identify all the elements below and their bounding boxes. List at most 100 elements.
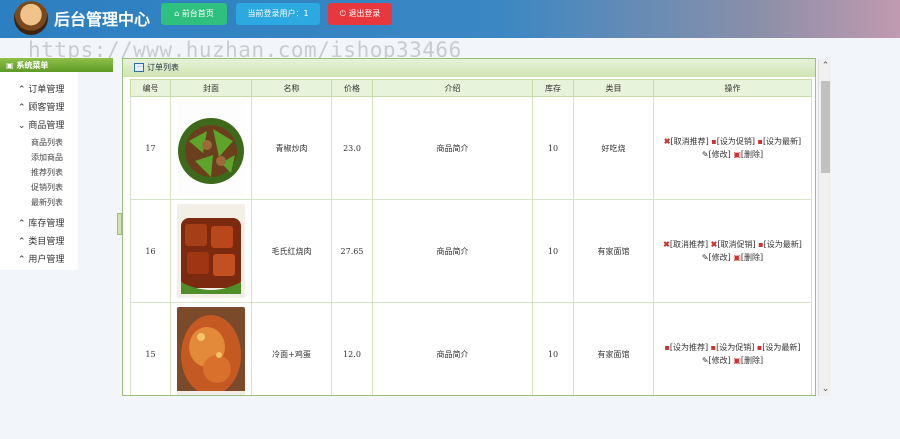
sidebar-item-label: 用户管理: [28, 255, 65, 265]
scrollbar-thumb[interactable]: [821, 81, 830, 173]
cell-name: 冷面+鸡蛋: [251, 302, 332, 395]
cell-id: 15: [130, 302, 171, 395]
scroll-up-icon[interactable]: ⌃: [819, 59, 832, 73]
panel-title: 订单列表: [147, 63, 179, 72]
logout-button-label: 退出登录: [348, 9, 381, 18]
sidebar-item-users[interactable]: ⌃ 用户管理: [18, 252, 64, 265]
set-newest-link[interactable]: [设为最新]: [764, 240, 802, 249]
current-user-label: 当前登录用户：1: [247, 9, 309, 18]
sidebar-sub-add-product[interactable]: 添加商品: [31, 152, 63, 163]
cell-cover: [170, 199, 252, 303]
sidebar-item-categories[interactable]: ⌃ 类目管理: [18, 234, 64, 247]
col-header-actions: 操作: [653, 79, 812, 97]
cell-category: 好吃烧: [573, 96, 654, 200]
set-newest-link[interactable]: [设为最新]: [762, 343, 800, 352]
sidebar-item-stock[interactable]: ⌃ 库存管理: [18, 216, 64, 229]
delete-link[interactable]: [删除]: [741, 356, 763, 365]
col-header-category: 类目: [573, 79, 654, 97]
sidebar-item-orders[interactable]: ⌃ 订单管理: [18, 82, 64, 95]
avatar: [14, 1, 48, 35]
cell-cover: [170, 96, 252, 200]
cell-stock: 10: [532, 199, 574, 303]
sidebar-item-customers[interactable]: ⌃ 顾客管理: [18, 100, 64, 113]
sidebar-item-label: 类目管理: [28, 237, 65, 247]
home-button-label: 前台首页: [181, 9, 214, 18]
pencil-icon: ✎: [701, 150, 709, 159]
sidebar-sub-promo-list[interactable]: 促销列表: [31, 182, 63, 193]
delete-icon: ▣: [733, 252, 741, 262]
grid-icon: [134, 63, 144, 72]
col-header-intro: 介绍: [372, 79, 533, 97]
product-name-link[interactable]: 毛氏红烧肉: [272, 247, 312, 256]
top-header: 后台管理中心 ⌂ 前台首页 当前登录用户：1 ⏻ 退出登录: [0, 0, 900, 38]
sidebar-title: ▣ 系统菜单: [0, 58, 113, 72]
close-icon: ✖: [663, 136, 671, 146]
sidebar-sub-recommend-list[interactable]: 推荐列表: [31, 167, 63, 178]
cell-actions: ▪[设为推荐] ▪[设为促销] ▪[设为最新] ✎[修改] ▣[删除]: [653, 302, 812, 395]
set-recommend-link[interactable]: [设为推荐]: [670, 343, 708, 352]
sidebar-title-label: 系统菜单: [16, 60, 49, 70]
cell-stock: 10: [532, 96, 574, 200]
sidebar-item-label: 顾客管理: [28, 103, 65, 113]
col-header-price: 价格: [331, 79, 373, 97]
cell-intro: 商品简介: [372, 199, 533, 303]
sidebar-sub-product-list[interactable]: 商品列表: [31, 137, 63, 148]
food-image: [177, 204, 245, 298]
cell-actions: ✖[取消推荐] ▪[设为促销] ▪[设为最新] ✎[修改] ▣[删除]: [653, 96, 812, 200]
cell-price: 12.0: [331, 302, 373, 395]
set-newest-link[interactable]: [设为最新]: [763, 137, 801, 146]
food-image: [177, 307, 245, 395]
cell-id: 17: [130, 96, 171, 200]
app-title: 后台管理中心: [54, 10, 151, 29]
set-promo-link[interactable]: [设为促销]: [716, 343, 754, 352]
cell-category: 有家面馆: [573, 199, 654, 303]
cell-name: 毛氏红烧肉: [251, 199, 332, 303]
current-user-button[interactable]: 当前登录用户：1: [236, 3, 320, 25]
cell-name: 青椒炒肉: [251, 96, 332, 200]
home-button[interactable]: ⌂ 前台首页: [161, 3, 227, 25]
delete-icon: ▣: [733, 355, 741, 365]
edit-link[interactable]: [修改]: [709, 253, 731, 262]
table-header-row: 编号 封面 名称 价格 介绍 库存 类目 操作: [130, 79, 812, 97]
cancel-recommend-link[interactable]: [取消推荐]: [670, 240, 708, 249]
cell-price: 23.0: [331, 96, 373, 200]
sidebar-sub-newest-list[interactable]: 最新列表: [31, 197, 63, 208]
cell-category: 有家面馆: [573, 302, 654, 395]
scroll-down-icon[interactable]: ⌄: [819, 382, 832, 396]
cell-actions: ✖[取消推荐] ✖[取消促销] ▪[设为最新] ✎[修改] ▣[删除]: [653, 199, 812, 303]
edit-link[interactable]: [修改]: [709, 150, 731, 159]
cancel-promo-link[interactable]: [取消促销]: [717, 240, 755, 249]
product-name-link[interactable]: 冷面+鸡蛋: [272, 350, 311, 359]
delete-icon: ▣: [733, 149, 741, 159]
col-header-name: 名称: [251, 79, 332, 97]
product-table: 编号 封面 名称 价格 介绍 库存 类目 操作 17 青椒炒肉 23.0 商品简…: [130, 79, 812, 395]
sidebar-item-label: 商品管理: [28, 121, 65, 131]
set-promo-link[interactable]: [设为促销]: [717, 137, 755, 146]
cancel-recommend-link[interactable]: [取消推荐]: [671, 137, 709, 146]
sidebar-item-label: 库存管理: [28, 219, 65, 229]
vertical-scrollbar[interactable]: ⌃ ⌄: [818, 59, 831, 396]
cell-intro: 商品简介: [372, 302, 533, 395]
delete-link[interactable]: [删除]: [741, 253, 763, 262]
col-header-cover: 封面: [170, 79, 252, 97]
product-name-link[interactable]: 青椒炒肉: [276, 144, 308, 153]
cell-intro: 商品简介: [372, 96, 533, 200]
pencil-icon: ✎: [701, 356, 709, 365]
pencil-icon: ✎: [701, 253, 709, 262]
panel-header: 订单列表: [123, 59, 815, 77]
table-row: 15 冷面+鸡蛋 12.0 商品简介 10 有家面馆 ▪[设为推荐] ▪[设为促…: [130, 302, 812, 395]
cell-price: 27.65: [331, 199, 373, 303]
cell-cover: [170, 302, 252, 395]
sidebar-item-products[interactable]: ⌄ 商品管理: [18, 118, 64, 131]
logout-button[interactable]: ⏻ 退出登录: [328, 3, 392, 25]
sidebar-menu: ⌃ 订单管理 ⌃ 顾客管理 ⌄ 商品管理 商品列表 添加商品 推荐列表 促销列表…: [0, 72, 78, 270]
cell-id: 16: [130, 199, 171, 303]
sidebar-item-label: 订单管理: [28, 85, 65, 95]
sidebar: ▣ 系统菜单 ⌃ 订单管理 ⌃ 顾客管理 ⌄ 商品管理 商品列表 添加商品 推荐…: [0, 58, 113, 270]
order-list-panel: 订单列表 编号 封面 名称 价格 介绍 库存 类目 操作 17 青椒炒肉 23.…: [122, 58, 816, 396]
table-row: 16 毛氏红烧肉 27.65 商品简介 10 有家面馆 ✖[取消推荐] ✖[取消…: [130, 199, 812, 303]
col-header-stock: 库存: [532, 79, 574, 97]
edit-link[interactable]: [修改]: [709, 356, 731, 365]
cell-stock: 10: [532, 302, 574, 395]
delete-link[interactable]: [删除]: [741, 150, 763, 159]
